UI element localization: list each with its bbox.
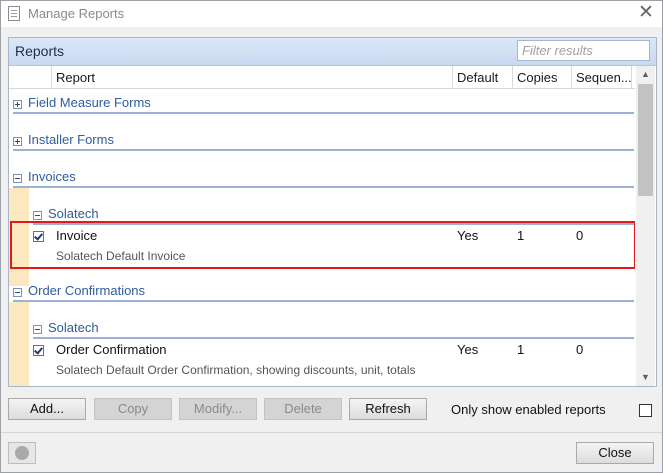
column-separator[interactable] xyxy=(631,66,632,88)
column-separator[interactable] xyxy=(51,66,52,88)
title-bar: Manage Reports ✕ xyxy=(1,1,662,27)
reports-panel: Reports Report Default Copies Sequen... … xyxy=(8,37,657,387)
sequence-value: 0 xyxy=(576,342,584,357)
delete-button[interactable]: Delete xyxy=(264,398,342,420)
copy-button[interactable]: Copy xyxy=(94,398,172,420)
column-header-row: Report Default Copies Sequen... xyxy=(9,66,635,89)
column-copies[interactable]: Copies xyxy=(517,70,557,85)
group-divider xyxy=(13,186,634,188)
refresh-button[interactable]: Refresh xyxy=(349,398,427,420)
column-separator[interactable] xyxy=(452,66,453,88)
add-button[interactable]: Add... xyxy=(8,398,86,420)
manage-reports-dialog: Manage Reports ✕ Reports Report Default … xyxy=(0,0,663,473)
close-button[interactable]: Close xyxy=(576,442,654,464)
collapse-icon[interactable] xyxy=(13,288,22,297)
column-sequence[interactable]: Sequen... xyxy=(576,70,632,85)
group-label: Solatech xyxy=(48,206,99,221)
report-list: Field Measure Forms Installer Forms Invo… xyxy=(9,89,635,386)
group-label: Installer Forms xyxy=(28,132,114,147)
vertical-scrollbar[interactable]: ▲ ▼ xyxy=(636,66,655,386)
report-name: Order Confirmation xyxy=(56,342,167,357)
only-enabled-checkbox[interactable] xyxy=(639,404,652,417)
column-default[interactable]: Default xyxy=(457,70,498,85)
expand-icon[interactable] xyxy=(13,100,22,109)
panel-title: Reports xyxy=(15,43,65,59)
group-label: Invoices xyxy=(28,169,76,184)
expand-icon[interactable] xyxy=(13,137,22,146)
default-value: Yes xyxy=(457,342,479,357)
close-icon[interactable]: ✕ xyxy=(633,2,659,24)
copies-value: 1 xyxy=(517,342,525,357)
panel-header: Reports xyxy=(9,38,656,66)
column-report[interactable]: Report xyxy=(56,70,95,85)
only-enabled-label: Only show enabled reports xyxy=(451,402,606,417)
collapse-icon[interactable] xyxy=(33,211,42,220)
group-divider xyxy=(13,112,634,114)
report-description: Solatech Default Order Confirmation, sho… xyxy=(56,363,416,377)
column-separator[interactable] xyxy=(571,66,572,88)
modify-button[interactable]: Modify... xyxy=(179,398,257,420)
collapse-icon[interactable] xyxy=(33,325,42,334)
list-item-order-confirmation[interactable]: Order Confirmation Solatech Default Orde… xyxy=(9,339,635,385)
collapse-icon[interactable] xyxy=(13,174,22,183)
window-title: Manage Reports xyxy=(28,6,125,21)
filter-input[interactable] xyxy=(517,40,650,61)
group-divider xyxy=(13,300,634,302)
footer-divider xyxy=(1,432,662,433)
group-label: Field Measure Forms xyxy=(28,95,151,110)
document-icon xyxy=(8,6,20,21)
selection-highlight xyxy=(10,221,635,269)
group-divider xyxy=(13,149,634,151)
group-label: Order Confirmations xyxy=(28,283,146,298)
column-separator[interactable] xyxy=(512,66,513,88)
scroll-thumb[interactable] xyxy=(638,84,653,196)
scroll-down-icon[interactable]: ▼ xyxy=(636,369,655,386)
scroll-up-icon[interactable]: ▲ xyxy=(636,66,655,83)
status-icon xyxy=(8,442,36,464)
enabled-checkbox[interactable] xyxy=(33,345,44,356)
group-label: Solatech xyxy=(48,320,99,335)
